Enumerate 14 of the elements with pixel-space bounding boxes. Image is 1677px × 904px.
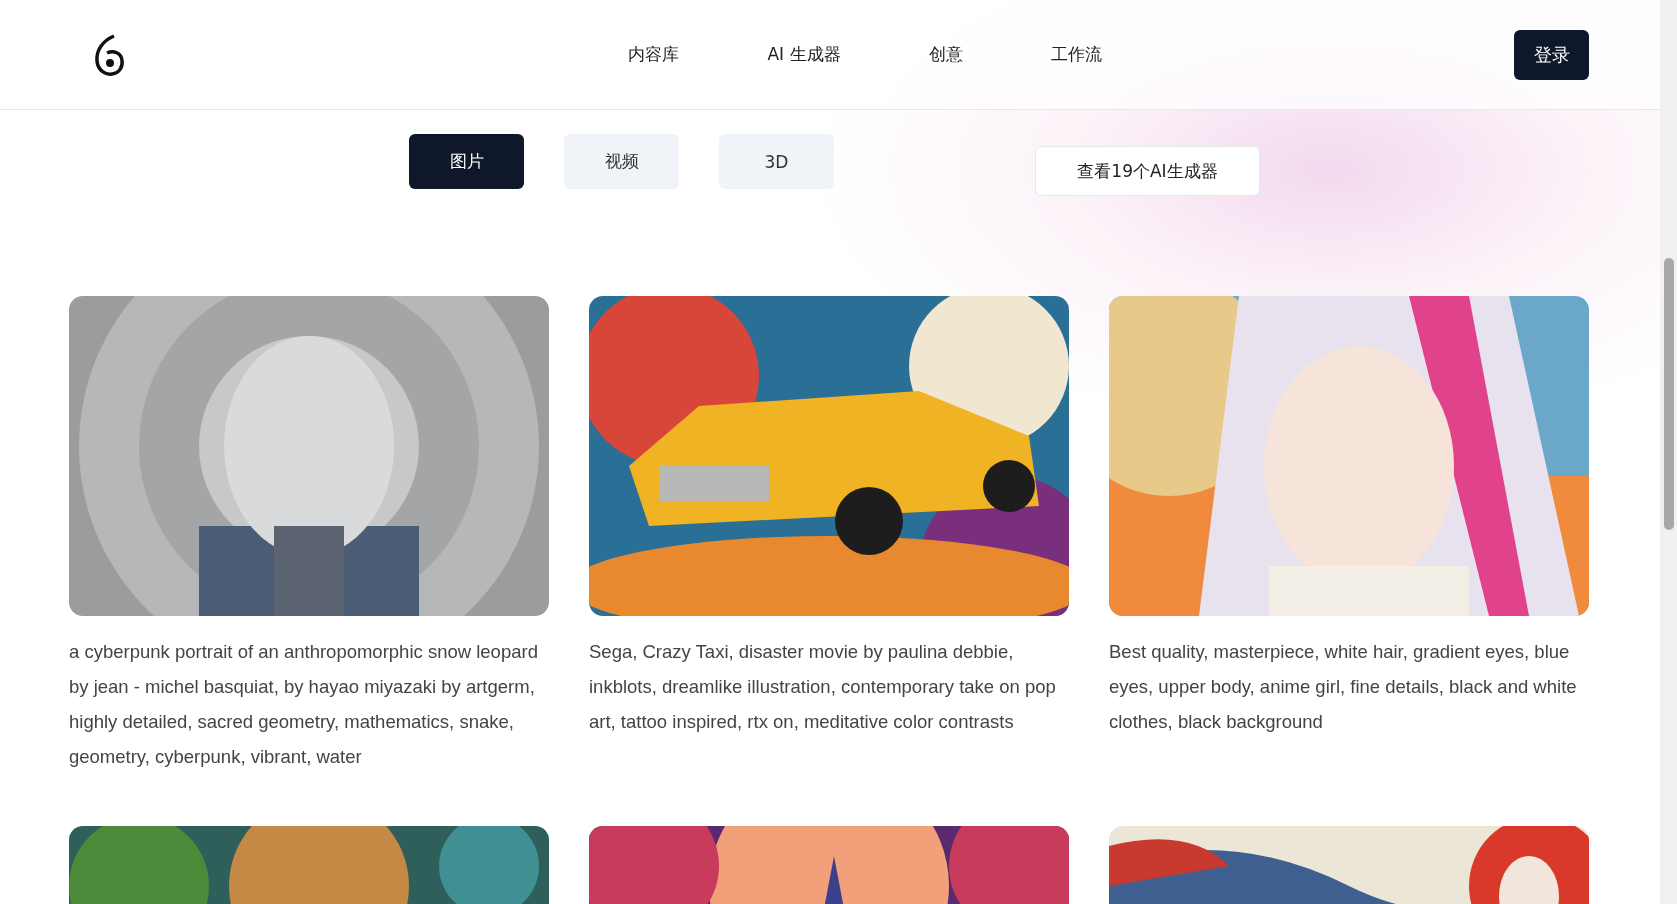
nav-link[interactable]: AI 生成器 xyxy=(767,43,841,66)
prompt-text: Sega, Crazy Taxi, disaster movie by paulina debbie, inkblots, dreamlike illustration, contemporary take on pop art, tattoo inspired, rtx on, meditative color contrasts xyxy=(589,640,1057,734)
nav-link[interactable]: 工作流 xyxy=(1050,43,1102,66)
media-tab[interactable]: 3D xyxy=(719,134,834,189)
generators-button[interactable]: 查看19个AI生成器 xyxy=(1035,146,1260,196)
media-tab[interactable]: 图片 xyxy=(409,134,524,189)
nav-link[interactable]: 创意 xyxy=(928,43,963,66)
media-tab[interactable]: 视频 xyxy=(564,134,679,189)
scrollbar[interactable] xyxy=(1660,0,1677,904)
prompt-text: a cyberpunk portrait of an anthropomorphic snow leopard by jean - michel basquiat, by hayao miyazaki by artgerm, highly detailed, sacred geometry, mathematics, snake, geometry, cyberpunk, vibrant, water xyxy=(69,640,539,769)
prompt-text: Best quality, masterpiece, white hair, gradient eyes, blue eyes, upper body, anime girl, fine details, black and white clothes, black background xyxy=(1109,640,1578,734)
login-button[interactable]: 登录 xyxy=(1514,29,1589,80)
nav-link[interactable]: 内容库 xyxy=(628,43,680,66)
logo-icon[interactable] xyxy=(92,32,126,77)
